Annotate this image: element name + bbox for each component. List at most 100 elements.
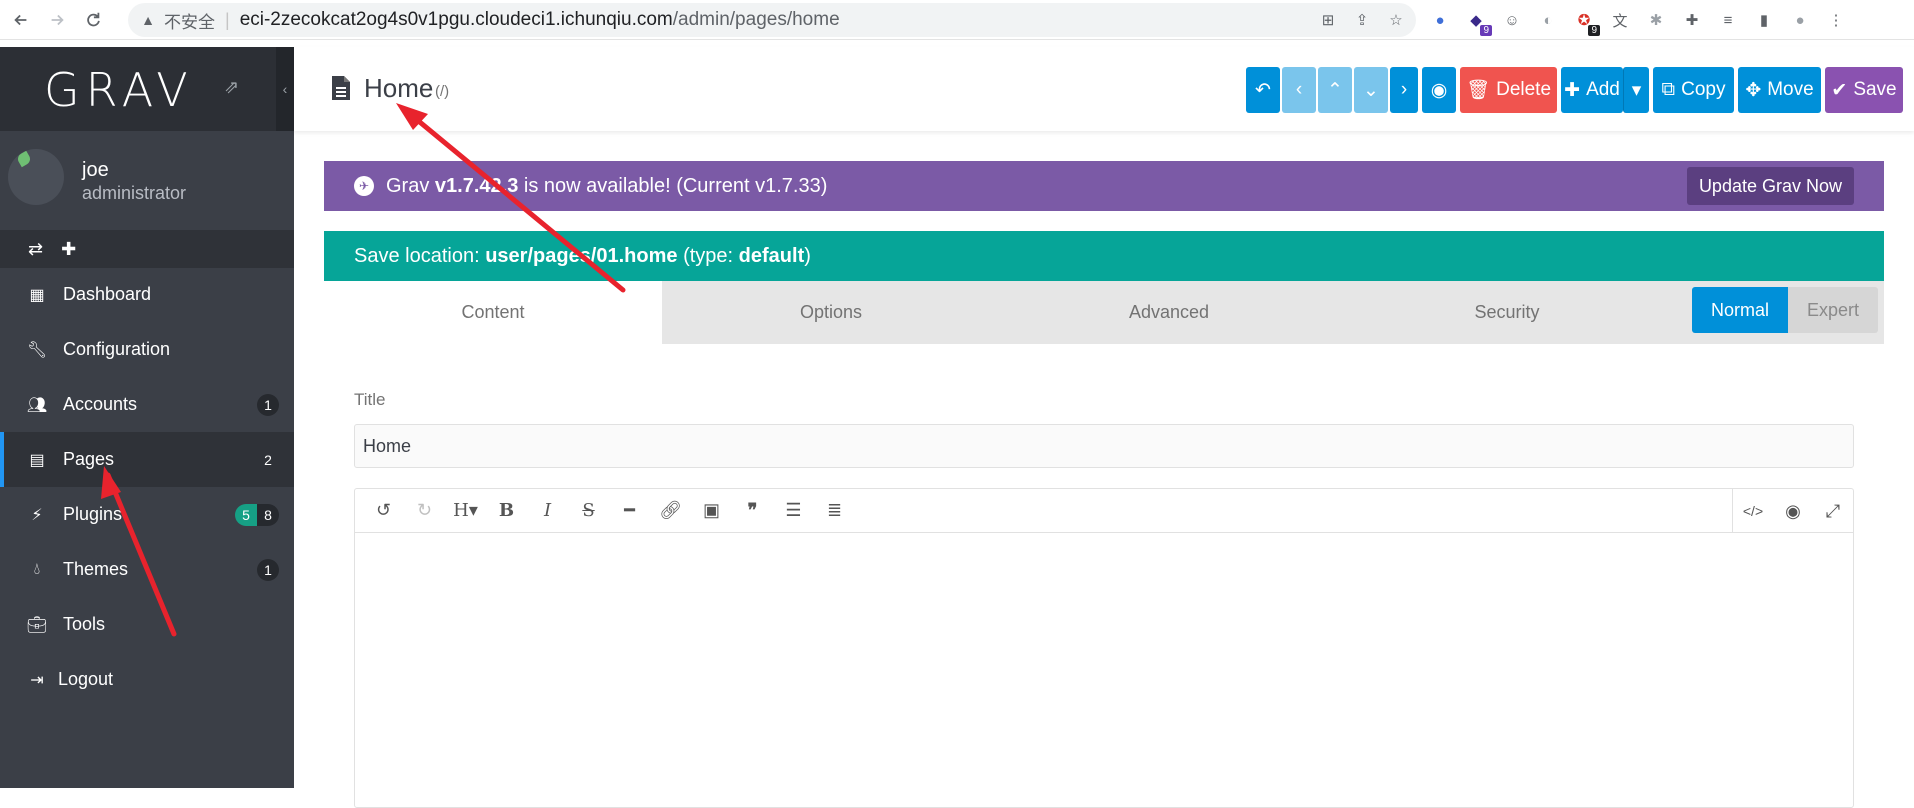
- fullscreen-icon[interactable]: ⤢: [1813, 489, 1853, 533]
- sidebar-item-label: Themes: [63, 559, 129, 579]
- warning-icon: ▲: [141, 12, 155, 28]
- child-page-button[interactable]: ⌄: [1354, 67, 1388, 113]
- bug-extension-icon[interactable]: ✱: [1644, 8, 1668, 32]
- tab-advanced[interactable]: Advanced: [1000, 281, 1338, 344]
- sidebar-item-label: Accounts: [63, 394, 138, 414]
- chevron-right-icon: ›: [1400, 79, 1408, 100]
- expert-mode-button[interactable]: Expert: [1787, 287, 1878, 333]
- normal-mode-button[interactable]: Normal: [1691, 287, 1788, 333]
- reading-list-icon[interactable]: ≡: [1716, 8, 1740, 32]
- sidebar-item-label: Plugins: [63, 504, 123, 524]
- preview-eye-icon[interactable]: ◉: [1773, 489, 1813, 533]
- avatar[interactable]: [8, 149, 64, 205]
- sidebar-item-label: Logout: [58, 669, 114, 689]
- code-view-icon[interactable]: </>: [1733, 489, 1773, 533]
- sidebar-item-dashboard[interactable]: ▦ Dashboard: [0, 267, 294, 322]
- forward-icon[interactable]: [42, 5, 72, 35]
- sidebar-item-accounts[interactable]: 👥︎ Accounts 1: [0, 377, 294, 432]
- delete-button[interactable]: 🗑︎ Delete: [1460, 67, 1557, 113]
- globe-extension-icon[interactable]: ●: [1428, 8, 1452, 32]
- move-label: Move: [1767, 79, 1814, 100]
- page-title: Home: [364, 73, 434, 103]
- users-icon: 👥︎: [26, 396, 48, 414]
- redo-icon[interactable]: ↻: [404, 489, 445, 533]
- tab-content[interactable]: Content: [324, 281, 662, 344]
- red-extension-icon[interactable]: ✪ 9: [1572, 8, 1600, 36]
- add-dropdown-button[interactable]: ▾: [1623, 67, 1649, 113]
- back-to-pages-button[interactable]: ↶: [1246, 67, 1280, 113]
- horizontal-rule-icon[interactable]: ━: [609, 489, 650, 533]
- editor-tabs: Content Options Advanced Security Normal…: [324, 281, 1884, 344]
- title-input[interactable]: [354, 424, 1854, 468]
- next-page-button[interactable]: ›: [1390, 67, 1418, 113]
- italic-icon[interactable]: I: [527, 489, 568, 533]
- url-text: eci-2zecokcat2og4s0v1pgu.cloudeci1.ichun…: [239, 9, 840, 30]
- external-link-icon[interactable]: ⇗: [224, 77, 239, 98]
- robot-extension-icon[interactable]: ☺: [1500, 8, 1524, 32]
- more-menu-icon[interactable]: ⋮: [1824, 8, 1848, 32]
- puzzle-extensions-icon[interactable]: ✚: [1680, 8, 1704, 32]
- page-toolbar: ↶ ‹ ⌃ ⌄ › ◉ 🗑︎ Delete ✚ Add ▾ ⧉ Copy ✥ M…: [1246, 67, 1903, 113]
- bold-icon[interactable]: B: [486, 489, 527, 533]
- tab-options[interactable]: Options: [662, 281, 1000, 344]
- sidebar-item-themes[interactable]: 💧︎ Themes 1: [0, 542, 294, 597]
- move-button[interactable]: ✥ Move: [1738, 67, 1821, 113]
- wrench-icon: 🔧︎: [26, 341, 48, 359]
- user-profile[interactable]: joe administrator: [0, 131, 294, 230]
- gray-extension-icon[interactable]: ◐: [1536, 8, 1560, 32]
- main-content: Home (/) ↶ ‹ ⌃ ⌄ › ◉ 🗑︎ Delete ✚ Add ▾ ⧉…: [294, 47, 1914, 808]
- profile-avatar-icon[interactable]: ●: [1788, 8, 1812, 32]
- sidebar-menu: ▦ Dashboard 🔧︎ Configuration 👥︎ Accounts…: [0, 267, 294, 707]
- save-location-banner: Save location: user/pages/01.home (type:…: [324, 231, 1884, 281]
- undo-icon[interactable]: ↺: [363, 489, 404, 533]
- bookmark-star-icon[interactable]: ☆: [1386, 10, 1406, 30]
- collapse-sidebar-icon[interactable]: ‹: [276, 47, 294, 131]
- sync-icon[interactable]: ⇄: [28, 239, 43, 260]
- file-text-icon: ▤: [29, 451, 45, 469]
- insecure-label: 不安全: [164, 12, 215, 33]
- plus-icon: ✚: [1564, 79, 1581, 101]
- back-icon[interactable]: [6, 5, 36, 35]
- link-icon[interactable]: 🔗︎: [650, 489, 691, 533]
- markdown-editor[interactable]: ↺ ↻ H▾ B I S ━ 🔗︎ ▣ ❞ ☰ ≣ </> ◉ ⤢: [354, 488, 1854, 808]
- sidebar-item-pages[interactable]: ▤ Pages 2: [0, 432, 294, 487]
- chevron-down-icon: ⌄: [1363, 79, 1379, 101]
- sidebar-item-label: Configuration: [63, 339, 171, 359]
- logo-area: GRAV ⇗ ‹: [0, 47, 294, 131]
- blockquote-icon[interactable]: ❞: [732, 489, 773, 533]
- parent-page-button[interactable]: ⌃: [1318, 67, 1352, 113]
- grav-logo[interactable]: GRAV: [44, 63, 194, 117]
- purple-extension-icon[interactable]: ◆ 9: [1464, 8, 1492, 36]
- save-button[interactable]: ✔ Save: [1825, 67, 1903, 113]
- type-prefix: (type:: [683, 244, 734, 267]
- sidebar-item-logout[interactable]: ⇥ Logout: [0, 652, 294, 707]
- plus-icon[interactable]: ✚: [61, 239, 76, 260]
- translate-icon[interactable]: ⊞: [1318, 10, 1338, 30]
- update-grav-button[interactable]: Update Grav Now: [1686, 167, 1854, 205]
- share-icon[interactable]: ⇪: [1352, 10, 1372, 30]
- add-button[interactable]: ✚ Add: [1561, 67, 1623, 113]
- translate-extension-icon[interactable]: 文: [1608, 8, 1632, 32]
- bulleted-list-icon[interactable]: ☰: [773, 489, 814, 533]
- preview-button[interactable]: ◉: [1422, 67, 1456, 113]
- heading-dropdown-icon[interactable]: H▾: [445, 489, 486, 533]
- strikethrough-icon[interactable]: S: [568, 489, 609, 533]
- reload-icon[interactable]: [78, 5, 108, 35]
- numbered-list-icon[interactable]: ≣: [814, 489, 855, 533]
- editor-view-controls: </> ◉ ⤢: [1732, 489, 1853, 533]
- address-bar[interactable]: ▲ 不安全 | eci-2zecokcat2og4s0v1pgu.cloudec…: [128, 3, 1416, 37]
- count-badge: 2: [264, 451, 272, 468]
- side-panel-icon[interactable]: ▮: [1752, 8, 1776, 32]
- tint-drop-icon: 💧︎: [33, 560, 41, 578]
- sidebar-item-configuration[interactable]: 🔧︎ Configuration: [0, 322, 294, 377]
- file-icon: [332, 76, 350, 100]
- prev-page-button[interactable]: ‹: [1282, 67, 1316, 113]
- update-prefix: Grav: [386, 174, 430, 197]
- admin-sidebar: GRAV ⇗ ‹ joe administrator ⇄ ✚ ▦ Dashboa…: [0, 47, 294, 788]
- copy-label: Copy: [1681, 79, 1726, 100]
- copy-button[interactable]: ⧉ Copy: [1653, 67, 1734, 113]
- sidebar-item-tools[interactable]: 💼︎ Tools: [0, 597, 294, 652]
- tab-security[interactable]: Security: [1338, 281, 1676, 344]
- image-icon[interactable]: ▣: [691, 489, 732, 533]
- sidebar-item-plugins[interactable]: ⚡︎ Plugins 5 8: [0, 487, 294, 542]
